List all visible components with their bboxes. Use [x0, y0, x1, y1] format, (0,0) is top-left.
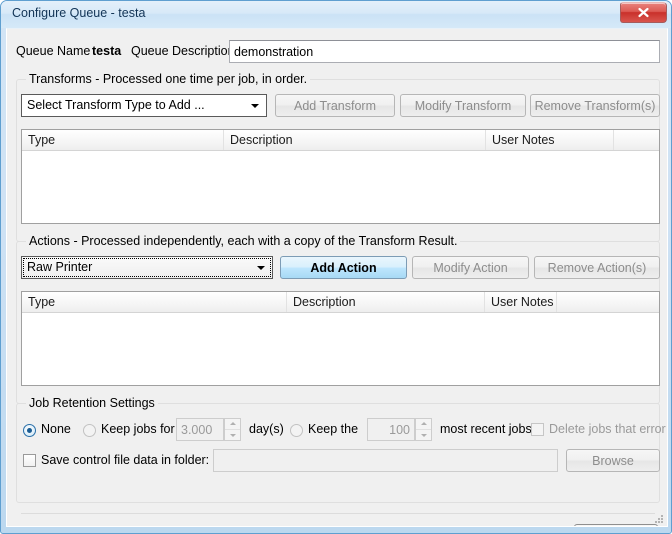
- actions-col-description[interactable]: Description: [287, 292, 485, 312]
- delete-jobs-error-label: Delete jobs that error: [549, 422, 666, 436]
- job-retention-group-title: Job Retention Settings: [26, 396, 158, 410]
- title-bar[interactable]: Configure Queue - testa: [1, 1, 671, 28]
- ok-button[interactable]: OK: [574, 524, 658, 526]
- transform-type-combo-value: Select Transform Type to Add ...: [27, 98, 205, 112]
- transform-type-combo[interactable]: Select Transform Type to Add ...: [21, 94, 267, 117]
- queue-description-label: Queue Description: [131, 44, 235, 58]
- transforms-table[interactable]: Type Description User Notes: [21, 129, 660, 224]
- close-icon[interactable]: [620, 2, 667, 23]
- dialog-client-area: Queue Name testa Queue Description Trans…: [6, 28, 668, 527]
- control-file-folder-input[interactable]: [213, 449, 558, 472]
- remove-actions-button[interactable]: Remove Action(s): [534, 256, 660, 279]
- transforms-table-header: Type Description User Notes: [22, 130, 659, 151]
- modify-action-button[interactable]: Modify Action: [412, 256, 529, 279]
- add-transform-button[interactable]: Add Transform: [275, 94, 395, 117]
- retention-days-unit-label: day(s): [249, 422, 284, 436]
- resize-grip-icon[interactable]: [653, 513, 665, 525]
- chevron-down-icon: [251, 103, 259, 108]
- browse-button[interactable]: Browse: [566, 449, 660, 472]
- action-type-combo-value: Raw Printer: [27, 260, 93, 274]
- retention-count-input[interactable]: [367, 418, 415, 441]
- remove-transforms-button[interactable]: Remove Transform(s): [530, 94, 660, 117]
- transforms-col-type[interactable]: Type: [22, 130, 224, 150]
- actions-group-title: Actions - Processed independently, each …: [26, 234, 461, 248]
- add-action-button[interactable]: Add Action: [280, 256, 407, 279]
- retention-keep-count-label: Keep the: [308, 422, 359, 436]
- transforms-col-extra[interactable]: [614, 130, 659, 150]
- spinner-down-icon[interactable]: [416, 430, 431, 440]
- spinner-up-icon[interactable]: [416, 419, 431, 429]
- actions-table-header: Type Description User Notes: [22, 292, 659, 313]
- retention-count-spinner[interactable]: [415, 418, 432, 441]
- retention-count-unit-label: most recent jobs: [440, 422, 532, 436]
- actions-col-user-notes[interactable]: User Notes: [485, 292, 557, 312]
- retention-keep-days-label: Keep jobs for: [101, 422, 175, 436]
- transforms-table-body: [22, 151, 659, 223]
- window-title: Configure Queue - testa: [12, 6, 146, 20]
- spinner-down-icon[interactable]: [225, 430, 240, 440]
- transforms-col-user-notes[interactable]: User Notes: [486, 130, 614, 150]
- queue-name-value: testa: [92, 44, 122, 58]
- retention-days-spinner[interactable]: [224, 418, 241, 441]
- actions-table[interactable]: Type Description User Notes: [21, 291, 660, 386]
- transforms-group-title: Transforms - Processed one time per job,…: [26, 72, 311, 86]
- dialog-window: Configure Queue - testa Queue Name testa…: [0, 0, 672, 534]
- save-control-file-label: Save control file data in folder:: [41, 453, 210, 467]
- retention-none-label: None: [41, 422, 71, 436]
- modify-transform-button[interactable]: Modify Transform: [400, 94, 526, 117]
- retention-keep-days-radio[interactable]: [83, 424, 96, 437]
- retention-days-input[interactable]: [176, 418, 224, 441]
- transforms-col-description[interactable]: Description: [224, 130, 486, 150]
- save-control-file-checkbox[interactable]: [23, 454, 36, 467]
- retention-none-radio[interactable]: [23, 424, 36, 437]
- action-type-combo[interactable]: Raw Printer: [21, 256, 273, 279]
- spinner-up-icon[interactable]: [225, 419, 240, 429]
- close-glyph: [638, 7, 649, 18]
- queue-description-input[interactable]: [229, 40, 660, 63]
- chevron-down-icon: [257, 265, 265, 270]
- retention-keep-count-radio[interactable]: [290, 424, 303, 437]
- actions-col-extra[interactable]: [557, 292, 659, 312]
- delete-jobs-error-checkbox[interactable]: [531, 423, 544, 436]
- queue-name-label: Queue Name: [16, 44, 91, 58]
- actions-table-body: [22, 313, 659, 385]
- actions-col-type[interactable]: Type: [22, 292, 287, 312]
- footer-divider: [21, 513, 655, 514]
